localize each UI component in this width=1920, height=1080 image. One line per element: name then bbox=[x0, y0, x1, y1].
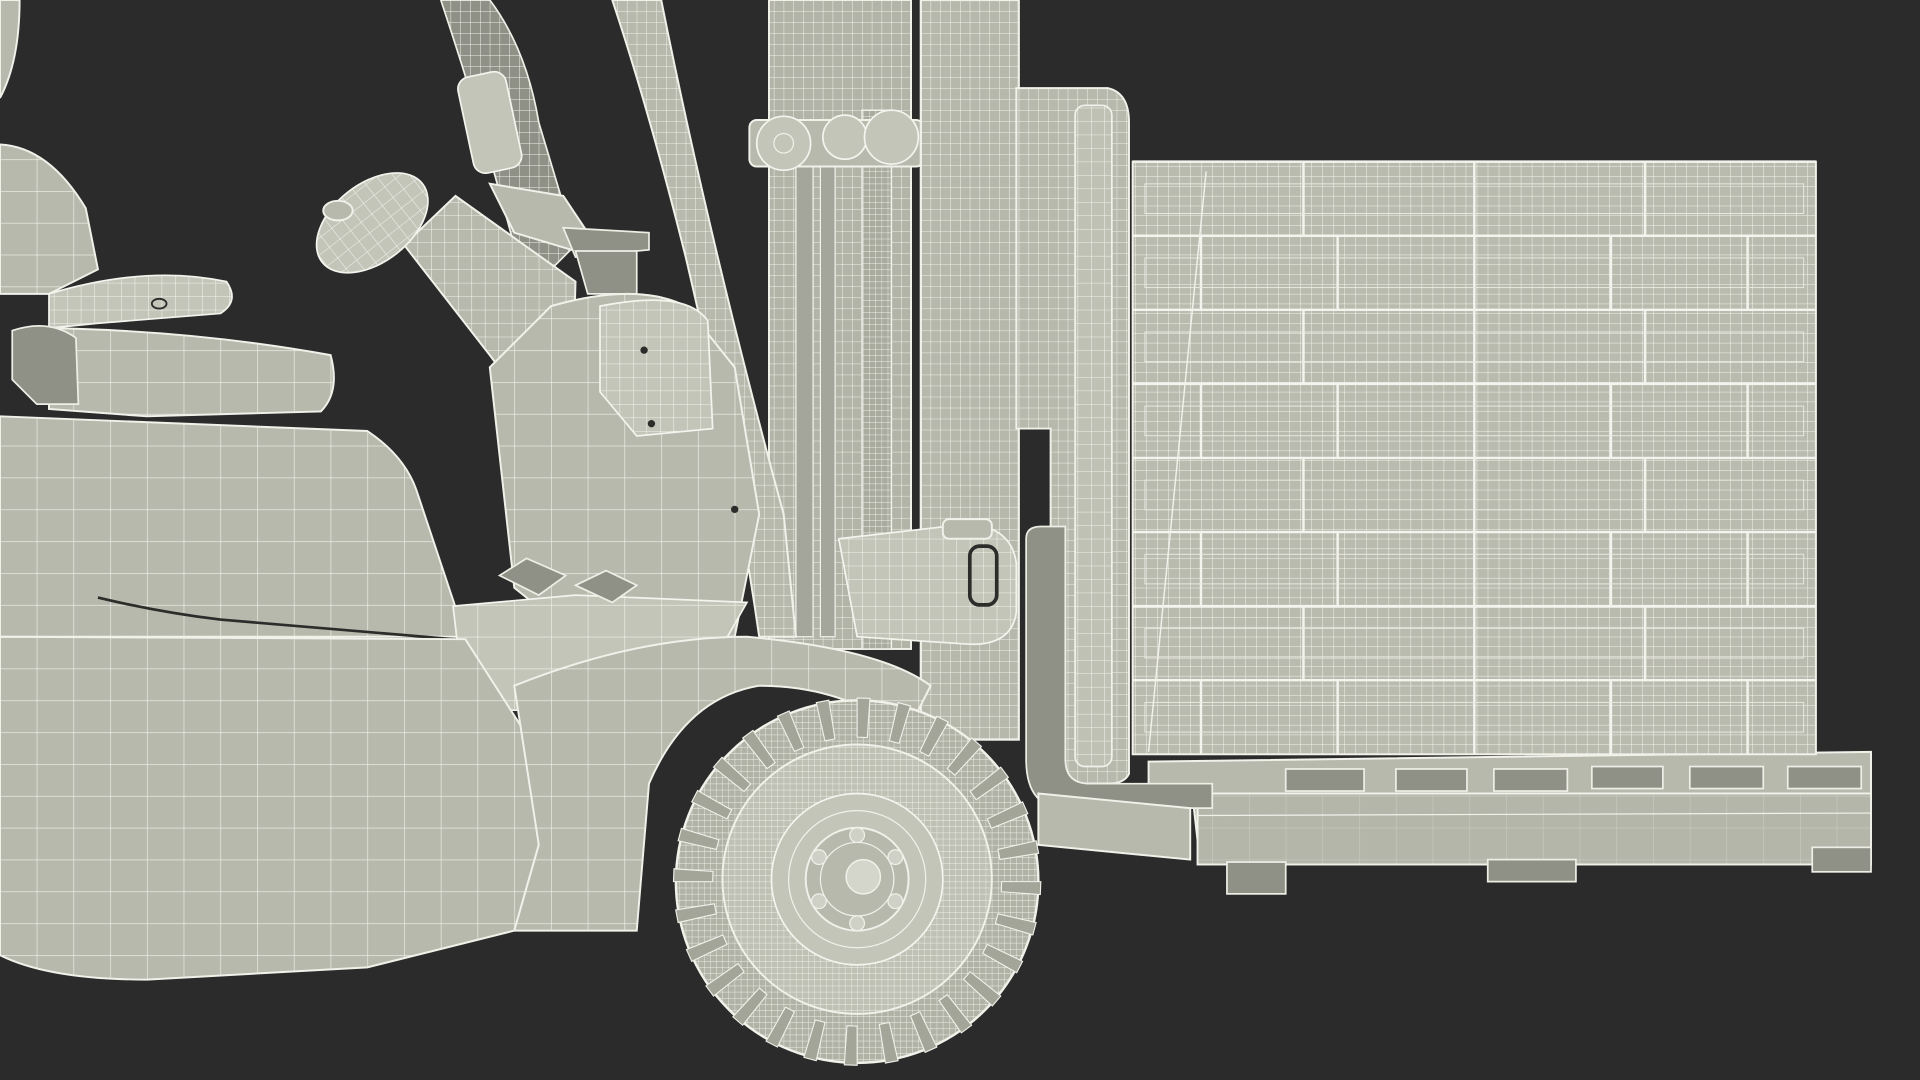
lug-nut bbox=[849, 827, 866, 844]
lug-nut bbox=[887, 849, 904, 866]
lug-nut bbox=[810, 893, 827, 910]
tread-lug bbox=[843, 1025, 858, 1066]
mast-crosshead bbox=[748, 109, 925, 172]
lug-nut bbox=[810, 849, 827, 866]
tread-lug bbox=[856, 697, 871, 739]
front-wheel bbox=[672, 697, 1042, 1066]
wireframe-render-viewport bbox=[0, 0, 1920, 1080]
lug-nut bbox=[887, 893, 904, 910]
forklift-wireframe-scene bbox=[0, 0, 1920, 1080]
tread-lug bbox=[1000, 881, 1042, 896]
tread-lug bbox=[672, 868, 714, 883]
loaded-pallet bbox=[1131, 160, 1872, 895]
lug-nut bbox=[849, 915, 866, 932]
tilt-bracket bbox=[837, 518, 1018, 646]
